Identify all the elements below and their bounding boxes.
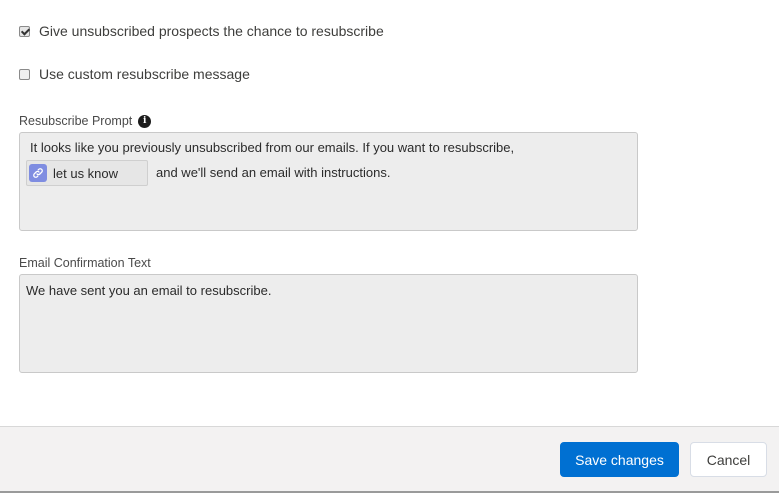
custom-message-checkbox[interactable] — [19, 68, 30, 80]
email-confirmation-text: We have sent you an email to resubscribe… — [26, 283, 272, 298]
cancel-button[interactable]: Cancel — [690, 442, 767, 477]
email-confirmation-label-row: Email Confirmation Text — [19, 256, 151, 270]
info-icon[interactable]: i — [138, 114, 152, 128]
give-chance-option[interactable]: Give unsubscribed prospects the chance t… — [19, 23, 384, 39]
link-icon — [29, 164, 47, 182]
custom-message-option[interactable]: Use custom resubscribe message — [19, 66, 250, 82]
prompt-text-after: and we'll send an email with instruction… — [156, 165, 391, 180]
resubscribe-prompt-label-row: Resubscribe Prompt i — [19, 114, 152, 128]
email-confirmation-editor[interactable]: We have sent you an email to resubscribe… — [19, 274, 638, 373]
footer-bar: Save changes Cancel — [0, 426, 779, 493]
let-us-know-link-chip[interactable]: let us know — [26, 160, 148, 186]
resubscribe-prompt-label: Resubscribe Prompt — [19, 114, 133, 128]
save-changes-button[interactable]: Save changes — [560, 442, 679, 477]
let-us-know-link-label: let us know — [53, 165, 119, 181]
email-confirmation-label: Email Confirmation Text — [19, 256, 151, 270]
resubscribe-prompt-editor[interactable]: It looks like you previously unsubscribe… — [19, 132, 638, 231]
prompt-text-before: It looks like you previously unsubscribe… — [30, 140, 515, 155]
resubscribe-settings-panel: Give unsubscribed prospects the chance t… — [0, 0, 779, 493]
give-chance-checkbox[interactable] — [19, 25, 30, 37]
give-chance-label: Give unsubscribed prospects the chance t… — [39, 23, 384, 39]
custom-message-label: Use custom resubscribe message — [39, 66, 250, 82]
